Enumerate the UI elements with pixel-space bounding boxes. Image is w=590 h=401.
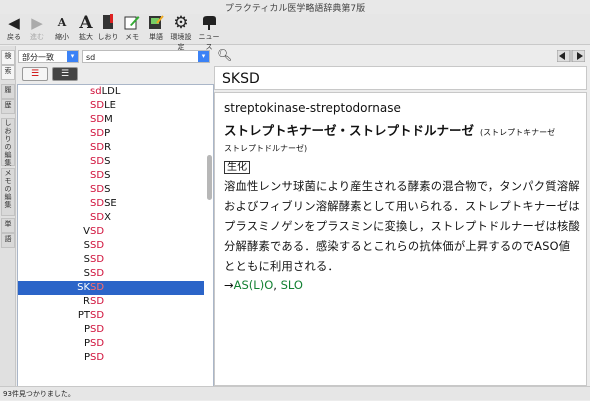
list-item[interactable]: PSD: [18, 337, 204, 351]
search-row: 部分一致 ▾ sd ▾: [18, 50, 210, 64]
gear-icon: ⚙: [173, 13, 189, 33]
list-item[interactable]: PSD: [18, 323, 204, 337]
list-item[interactable]: PTSD: [18, 309, 204, 323]
list-item[interactable]: SSD: [18, 267, 204, 281]
entry-reading-2: ストレプトドルナーゼ): [224, 144, 308, 153]
list-item[interactable]: VSD: [18, 225, 204, 239]
back-button[interactable]: ◀ 戻る: [3, 14, 25, 44]
view-mode-button-2[interactable]: ☰: [52, 67, 78, 81]
list-item[interactable]: SSD: [18, 253, 204, 267]
toolbar: ◀ 戻る ▶ 進む A 縮小 A 拡大 しおり メモ 単語 ⚙ 環境設定 ニュー…: [0, 13, 590, 51]
entry-content: streptokinase-streptodornase ストレプトキナーゼ・ス…: [214, 92, 587, 386]
tab-history-1[interactable]: 履: [1, 84, 15, 99]
list-item[interactable]: SKSD: [18, 281, 204, 295]
entry-english: streptokinase-streptodornase: [224, 101, 401, 115]
list-item[interactable]: RSD: [18, 295, 204, 309]
see-also: →AS(L)O, SLO: [224, 278, 303, 292]
list-item[interactable]: SDS: [18, 155, 204, 169]
list-item[interactable]: SDR: [18, 141, 204, 155]
list-item[interactable]: PSD: [18, 351, 204, 365]
list-item[interactable]: SDM: [18, 113, 204, 127]
bookmark-icon: [97, 14, 119, 32]
entry-toolbar: 🔍︎: [214, 48, 590, 66]
forward-button[interactable]: ▶ 進む: [26, 14, 48, 44]
news-button[interactable]: ニュース: [198, 14, 220, 51]
settings-button[interactable]: ⚙ 環境設定: [170, 13, 192, 51]
vocab-button[interactable]: 単語: [145, 14, 167, 44]
back-arrow-icon: ◀: [8, 14, 20, 32]
shrink-font-button[interactable]: A 縮小: [51, 14, 73, 44]
mailbox-icon: [198, 14, 220, 32]
category-badge: 生化: [224, 161, 250, 174]
list-item[interactable]: SDX: [18, 211, 204, 225]
entry-japanese: ストレプトキナーゼ・ストレプトドルナーゼ (ストレプトキナーゼ: [224, 123, 556, 138]
list-item[interactable]: SDS: [18, 169, 204, 183]
forward-arrow-icon: ▶: [31, 14, 43, 32]
match-mode-select[interactable]: 部分一致 ▾: [18, 50, 79, 63]
memo-button[interactable]: メモ: [121, 14, 143, 44]
list-item[interactable]: SDSE: [18, 197, 204, 211]
list-item[interactable]: SDP: [18, 127, 204, 141]
nav-arrows[interactable]: [556, 49, 587, 63]
list-scrollbar[interactable]: [207, 155, 212, 200]
link-slo[interactable]: SLO: [281, 278, 303, 292]
memo-pencil-icon: [121, 14, 143, 32]
large-a-icon: A: [79, 13, 93, 33]
search-icon[interactable]: 🔍︎: [217, 48, 232, 62]
select-arrow-icon: ▾: [198, 51, 209, 62]
view-mode-button-1[interactable]: ☰: [22, 67, 48, 81]
tab-memo-edit[interactable]: メモの編集: [1, 168, 15, 216]
search-query-select[interactable]: sd ▾: [82, 50, 210, 63]
tab-vocab-2[interactable]: 語: [1, 233, 15, 248]
entry-headword: SKSD: [214, 66, 587, 90]
tab-vocab-1[interactable]: 単: [1, 218, 15, 233]
tab-bookmark-edit[interactable]: しおりの編集: [1, 118, 15, 167]
bookmark-button[interactable]: しおり: [97, 14, 119, 44]
tab-search-1[interactable]: 検: [1, 50, 15, 65]
status-bar: 93件見つかりました。: [0, 386, 590, 400]
vocab-notebook-icon: [145, 14, 167, 32]
enlarge-font-button[interactable]: A 拡大: [75, 14, 97, 44]
result-list[interactable]: sdLDL SDLE SDM SDP SDR SDS SDS SDS SDSE SDX VSD SSD…: [17, 84, 214, 388]
tab-history-2[interactable]: 歴: [1, 99, 15, 114]
tab-search-2[interactable]: 索: [1, 65, 15, 80]
select-arrow-icon: ▾: [67, 51, 78, 62]
link-aslo[interactable]: AS(L)O: [234, 278, 274, 292]
side-tab-strip: 検 索 履 歴 しおりの編集 メモの編集 単 語: [0, 46, 16, 386]
entry-body: 溶血性レンサ球菌により産生される酵素の混合物で，タンパク質溶解およびフィブリン溶…: [224, 180, 580, 273]
list-item[interactable]: sdLDL: [18, 85, 204, 99]
entry-reading-1: (ストレプトキナーゼ: [480, 128, 556, 137]
small-a-icon: A: [57, 16, 67, 29]
title-bar: プラクティカル医学略語辞典第7版: [0, 0, 590, 14]
list-item[interactable]: SDLE: [18, 99, 204, 113]
list-item[interactable]: SDS: [18, 183, 204, 197]
list-item[interactable]: SSD: [18, 239, 204, 253]
